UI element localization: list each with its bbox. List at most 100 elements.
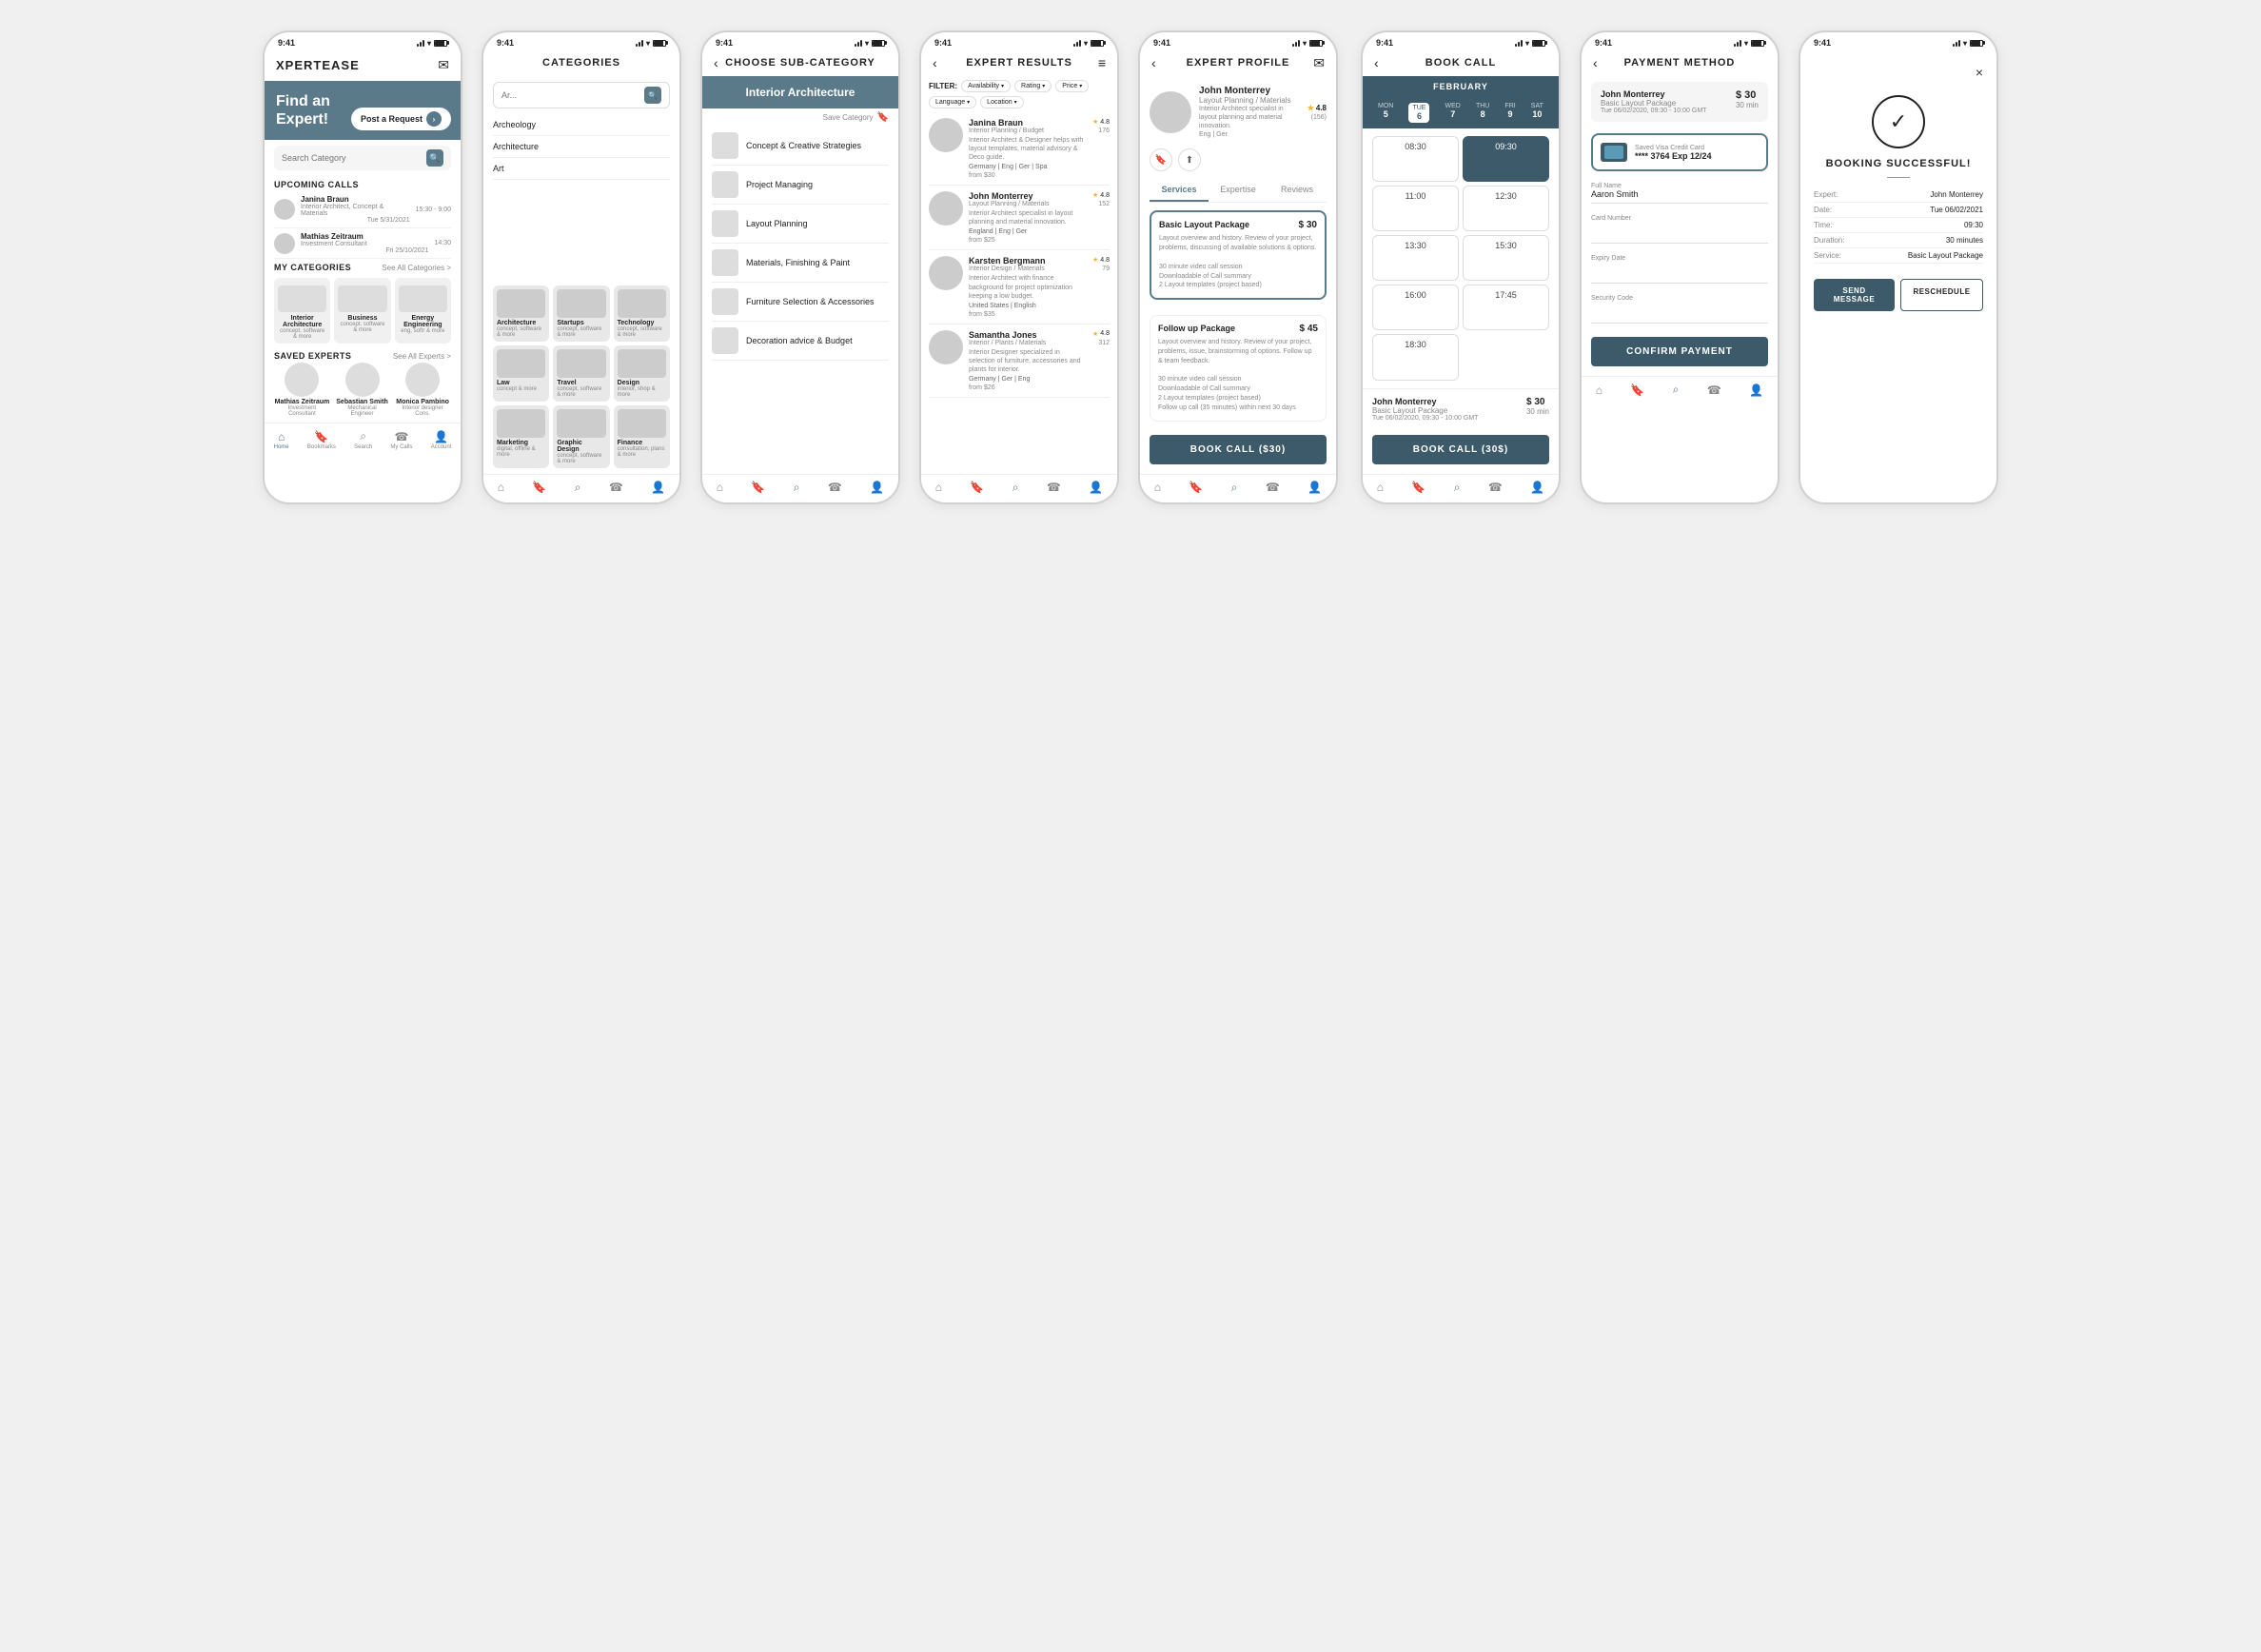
- tab-reviews[interactable]: Reviews: [1268, 179, 1327, 202]
- nav-account[interactable]: 👤: [1530, 481, 1544, 494]
- nav-calls[interactable]: ☎My Calls: [390, 430, 412, 450]
- calendar-day-today[interactable]: TUE6: [1408, 103, 1429, 123]
- time-slot[interactable]: 16:00: [1372, 285, 1459, 330]
- see-all-experts[interactable]: See All Experts >: [393, 352, 451, 361]
- nav-search[interactable]: ⌕: [1013, 481, 1019, 495]
- list-item[interactable]: Materials, Finishing & Paint: [712, 244, 889, 283]
- nav-bookmarks[interactable]: 🔖Bookmarks: [307, 430, 336, 450]
- nav-bookmarks[interactable]: 🔖: [532, 481, 546, 494]
- time-slot-selected[interactable]: 09:30: [1463, 136, 1549, 182]
- calendar-day[interactable]: SAT10: [1531, 103, 1543, 123]
- time-slot[interactable]: 18:30: [1372, 334, 1459, 380]
- list-item[interactable]: Decoration advice & Budget: [712, 322, 889, 361]
- grid-category[interactable]: Technologyconcept, software & more: [614, 285, 670, 342]
- nav-bookmarks[interactable]: 🔖: [1411, 481, 1425, 494]
- nav-search[interactable]: ⌕: [794, 481, 800, 495]
- nav-calls[interactable]: ☎: [1488, 481, 1503, 494]
- nav-home[interactable]: ⌂: [935, 481, 942, 494]
- nav-account[interactable]: 👤: [1089, 481, 1103, 494]
- saved-card[interactable]: Saved Visa Credit Card **** 3764 Exp 12/…: [1591, 133, 1768, 171]
- nav-account[interactable]: 👤: [1307, 481, 1322, 494]
- grid-category[interactable]: Marketingdigital, offline & more: [493, 405, 549, 468]
- nav-search[interactable]: ⌕: [1454, 481, 1461, 495]
- nav-account[interactable]: 👤: [870, 481, 884, 494]
- security-code-input[interactable]: [1591, 306, 1768, 316]
- nav-bookmarks[interactable]: 🔖: [1630, 384, 1644, 397]
- grid-category[interactable]: Architectureconcept, software & more: [493, 285, 549, 342]
- grid-category[interactable]: Graphic Designconcept, software & more: [553, 405, 609, 468]
- bookmark-icon[interactable]: 🔖: [877, 112, 889, 123]
- nav-home[interactable]: ⌂: [1596, 384, 1602, 397]
- back-button[interactable]: ‹: [1151, 55, 1156, 70]
- menu-icon[interactable]: ≡: [1098, 55, 1106, 70]
- save-icon[interactable]: 🔖: [1150, 148, 1172, 171]
- time-slot[interactable]: 17:45: [1463, 285, 1549, 330]
- share-icon[interactable]: ⬆: [1178, 148, 1201, 171]
- nav-home[interactable]: ⌂: [1377, 481, 1384, 494]
- grid-category[interactable]: Designinterior, shop & more: [614, 345, 670, 402]
- calendar-day[interactable]: FRI9: [1504, 103, 1515, 123]
- search-input[interactable]: [501, 90, 644, 100]
- mail-icon[interactable]: ✉: [438, 57, 449, 73]
- time-slot[interactable]: 13:30: [1372, 235, 1459, 281]
- grid-category[interactable]: Financeconsultation, plans & more: [614, 405, 670, 468]
- send-message-button[interactable]: SEND MESSAGE: [1814, 279, 1895, 311]
- filter-location[interactable]: Location▾: [980, 96, 1023, 108]
- back-button[interactable]: ‹: [1374, 55, 1379, 70]
- search-button[interactable]: 🔍: [426, 149, 443, 167]
- book-call-button[interactable]: BOOK CALL (30$): [1372, 435, 1549, 464]
- calendar-day[interactable]: MON5: [1378, 103, 1393, 123]
- category-card[interactable]: Businessconcept, software & more: [334, 278, 390, 344]
- nav-search[interactable]: ⌕: [1673, 383, 1680, 397]
- time-slot[interactable]: 11:00: [1372, 186, 1459, 231]
- tab-services[interactable]: Services: [1150, 179, 1209, 202]
- grid-category[interactable]: Lawconcept & more: [493, 345, 549, 402]
- nav-home[interactable]: ⌂: [717, 481, 723, 494]
- list-item[interactable]: Concept & Creative Strategies: [712, 127, 889, 166]
- confirm-payment-button[interactable]: CONFIRM PAYMENT: [1591, 337, 1768, 366]
- back-button[interactable]: ‹: [933, 55, 937, 70]
- list-item[interactable]: Furniture Selection & Accessories: [712, 283, 889, 322]
- nav-calls[interactable]: ☎: [1047, 481, 1061, 494]
- list-item[interactable]: Project Managing: [712, 166, 889, 205]
- nav-account[interactable]: 👤Account: [431, 430, 452, 450]
- expert-card[interactable]: Mathias ZeitraumInvestment Consultant: [274, 363, 330, 417]
- reschedule-button[interactable]: RESCHEDULE: [1900, 279, 1983, 311]
- nav-search[interactable]: ⌕: [575, 481, 581, 495]
- search-input[interactable]: [282, 153, 426, 163]
- search-button[interactable]: 🔍: [644, 87, 661, 104]
- nav-account[interactable]: 👤: [651, 481, 665, 494]
- filter-availability[interactable]: Availability▾: [961, 80, 1011, 92]
- expert-result-item[interactable]: Samantha Jones Interior / Plants / Mater…: [929, 324, 1110, 398]
- list-item[interactable]: Art: [493, 158, 670, 180]
- see-all-categories[interactable]: See All Categories >: [382, 264, 451, 272]
- time-slot[interactable]: 08:30: [1372, 136, 1459, 182]
- nav-calls[interactable]: ☎: [828, 481, 842, 494]
- nav-search[interactable]: ⌕Search: [354, 429, 372, 450]
- filter-rating[interactable]: Rating▾: [1014, 80, 1052, 92]
- nav-calls[interactable]: ☎: [1266, 481, 1280, 494]
- expert-result-item[interactable]: Karsten Bergmann Interior Design / Mater…: [929, 250, 1110, 324]
- expert-card[interactable]: Monica PambinoInterior designer Cons.: [394, 363, 451, 417]
- nav-account[interactable]: 👤: [1749, 384, 1763, 397]
- time-slot[interactable]: 12:30: [1463, 186, 1549, 231]
- category-card[interactable]: Energy Engineeringeng, softr & more: [395, 278, 451, 344]
- card-number-input[interactable]: [1591, 226, 1768, 236]
- category-card[interactable]: Interior Architectureconcept, software &…: [274, 278, 330, 344]
- calendar-day[interactable]: THU8: [1476, 103, 1489, 123]
- back-button[interactable]: ‹: [1593, 55, 1598, 70]
- nav-home[interactable]: ⌂Home: [274, 430, 289, 450]
- nav-home[interactable]: ⌂: [498, 481, 504, 494]
- mail-icon[interactable]: ✉: [1313, 55, 1325, 71]
- nav-home[interactable]: ⌂: [1154, 481, 1161, 494]
- filter-price[interactable]: Price▾: [1055, 80, 1089, 92]
- nav-calls[interactable]: ☎: [1707, 384, 1721, 397]
- expert-result-item[interactable]: Janina Braun Interior Planning / Budget …: [929, 112, 1110, 186]
- grid-category[interactable]: Travelconcept, software & more: [553, 345, 609, 402]
- expiry-input[interactable]: [1591, 266, 1768, 276]
- list-item[interactable]: Layout Planning: [712, 205, 889, 244]
- filter-language[interactable]: Language▾: [929, 96, 976, 108]
- time-slot[interactable]: 15:30: [1463, 235, 1549, 281]
- list-item[interactable]: Architecture: [493, 136, 670, 158]
- post-request-button[interactable]: Post a Request ›: [351, 108, 451, 130]
